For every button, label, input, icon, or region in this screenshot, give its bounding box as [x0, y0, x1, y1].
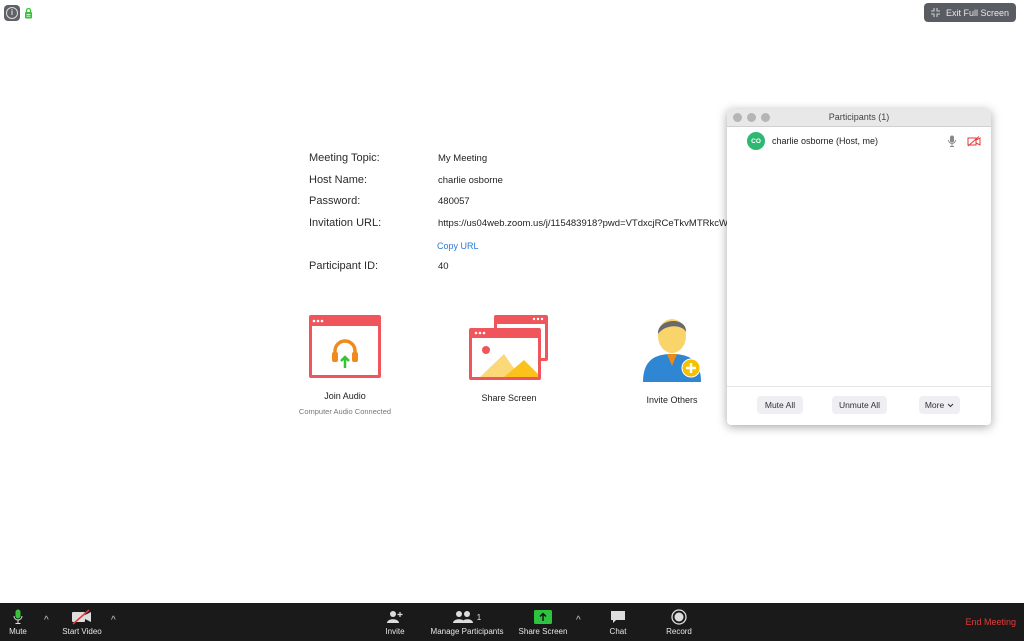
exit-full-screen-button[interactable]: Exit Full Screen [923, 3, 1016, 22]
share-screen-button[interactable]: Share Screen [515, 607, 571, 636]
panel-title: Participants (1) [828, 112, 890, 122]
participant-id-value: 40 [438, 261, 449, 272]
start-video-button[interactable]: Start Video [56, 607, 108, 636]
mute-all-button[interactable]: Mute All [757, 396, 803, 414]
unmute-all-button[interactable]: Unmute All [832, 396, 887, 414]
info-label: Meeting Topic: [309, 152, 380, 164]
share-options-caret[interactable]: ^ [576, 615, 581, 626]
copy-url-link[interactable]: Copy URL [437, 241, 479, 251]
info-label: Password: [309, 195, 361, 207]
invite-others-label: Invite Others [646, 395, 698, 405]
info-label: Invitation URL: [309, 217, 382, 229]
info-icon: i [6, 7, 18, 19]
end-meeting-button[interactable]: End Meeting [965, 617, 1016, 627]
invite-person-icon [643, 319, 701, 382]
invitation-url-value[interactable]: https://us04web.zoom.us/j/115483918?pwd=… [438, 218, 728, 229]
info-label: Host Name: [309, 174, 368, 186]
chat-icon [611, 610, 625, 623]
manage-participants-button[interactable]: 1 Manage Participants [425, 607, 509, 636]
record-icon [671, 609, 687, 625]
participant-count: 1 [476, 612, 482, 622]
video-off-icon [72, 609, 91, 625]
join-audio-button[interactable]: Join Audio Computer Audio Connected [280, 314, 410, 416]
participant-row[interactable]: CO charlie osborne (Host, me) [747, 131, 981, 151]
audio-options-caret[interactable]: ^ [44, 615, 49, 626]
mute-button[interactable]: Mute [2, 607, 34, 636]
audio-status: Computer Audio Connected [298, 407, 392, 416]
video-off-icon[interactable] [967, 135, 981, 147]
more-label: More [924, 400, 945, 410]
chat-button[interactable]: Chat [603, 607, 633, 636]
mute-label: Mute [9, 627, 27, 636]
invite-others-button[interactable]: Invite Others [607, 310, 737, 405]
start-video-label: Start Video [62, 627, 102, 636]
share-screen-action[interactable]: Share Screen [444, 314, 574, 403]
chevron-down-icon [947, 403, 954, 407]
zoom-window-button[interactable] [761, 113, 770, 122]
avatar: CO [747, 132, 765, 150]
manage-participants-label: Manage Participants [430, 627, 504, 636]
host-name-value: charlie osborne [438, 175, 503, 186]
record-button[interactable]: Record [662, 607, 696, 636]
invite-label: Invite [385, 627, 405, 636]
exit-fullscreen-icon [930, 8, 940, 17]
record-label: Record [666, 627, 692, 636]
panel-footer: Mute All Unmute All More [727, 386, 991, 425]
more-button[interactable]: More [919, 396, 960, 414]
share-screen-label: Share Screen [481, 393, 537, 403]
share-screen-icon [469, 315, 548, 380]
meeting-toolbar: Mute ^ Start Video ^ Invite 1 Manage Par… [0, 603, 1024, 641]
join-audio-label: Join Audio [324, 391, 366, 401]
add-user-icon [387, 611, 403, 623]
exit-full-screen-label: Exit Full Screen [945, 7, 1009, 18]
meeting-topic-value: My Meeting [438, 153, 488, 164]
invite-button[interactable]: Invite [380, 607, 410, 636]
share-screen-icon [534, 610, 552, 624]
meeting-info-button[interactable]: i [4, 5, 20, 21]
window-controls [733, 113, 770, 122]
panel-titlebar[interactable]: Participants (1) [727, 109, 991, 127]
mic-icon [13, 609, 23, 624]
lock-icon[interactable] [24, 7, 33, 19]
video-options-caret[interactable]: ^ [111, 615, 116, 626]
minimize-window-button[interactable] [747, 113, 756, 122]
share-screen-label: Share Screen [518, 627, 568, 636]
participants-icon [452, 611, 473, 623]
chat-label: Chat [609, 627, 627, 636]
close-window-button[interactable] [733, 113, 742, 122]
password-value: 480057 [438, 196, 470, 207]
participants-panel: Participants (1) CO charlie osborne (Hos… [727, 109, 991, 425]
headphones-icon [309, 315, 381, 378]
info-label: Participant ID: [309, 260, 379, 272]
participant-name: charlie osborne (Host, me) [772, 136, 879, 146]
mic-icon[interactable] [947, 135, 957, 147]
